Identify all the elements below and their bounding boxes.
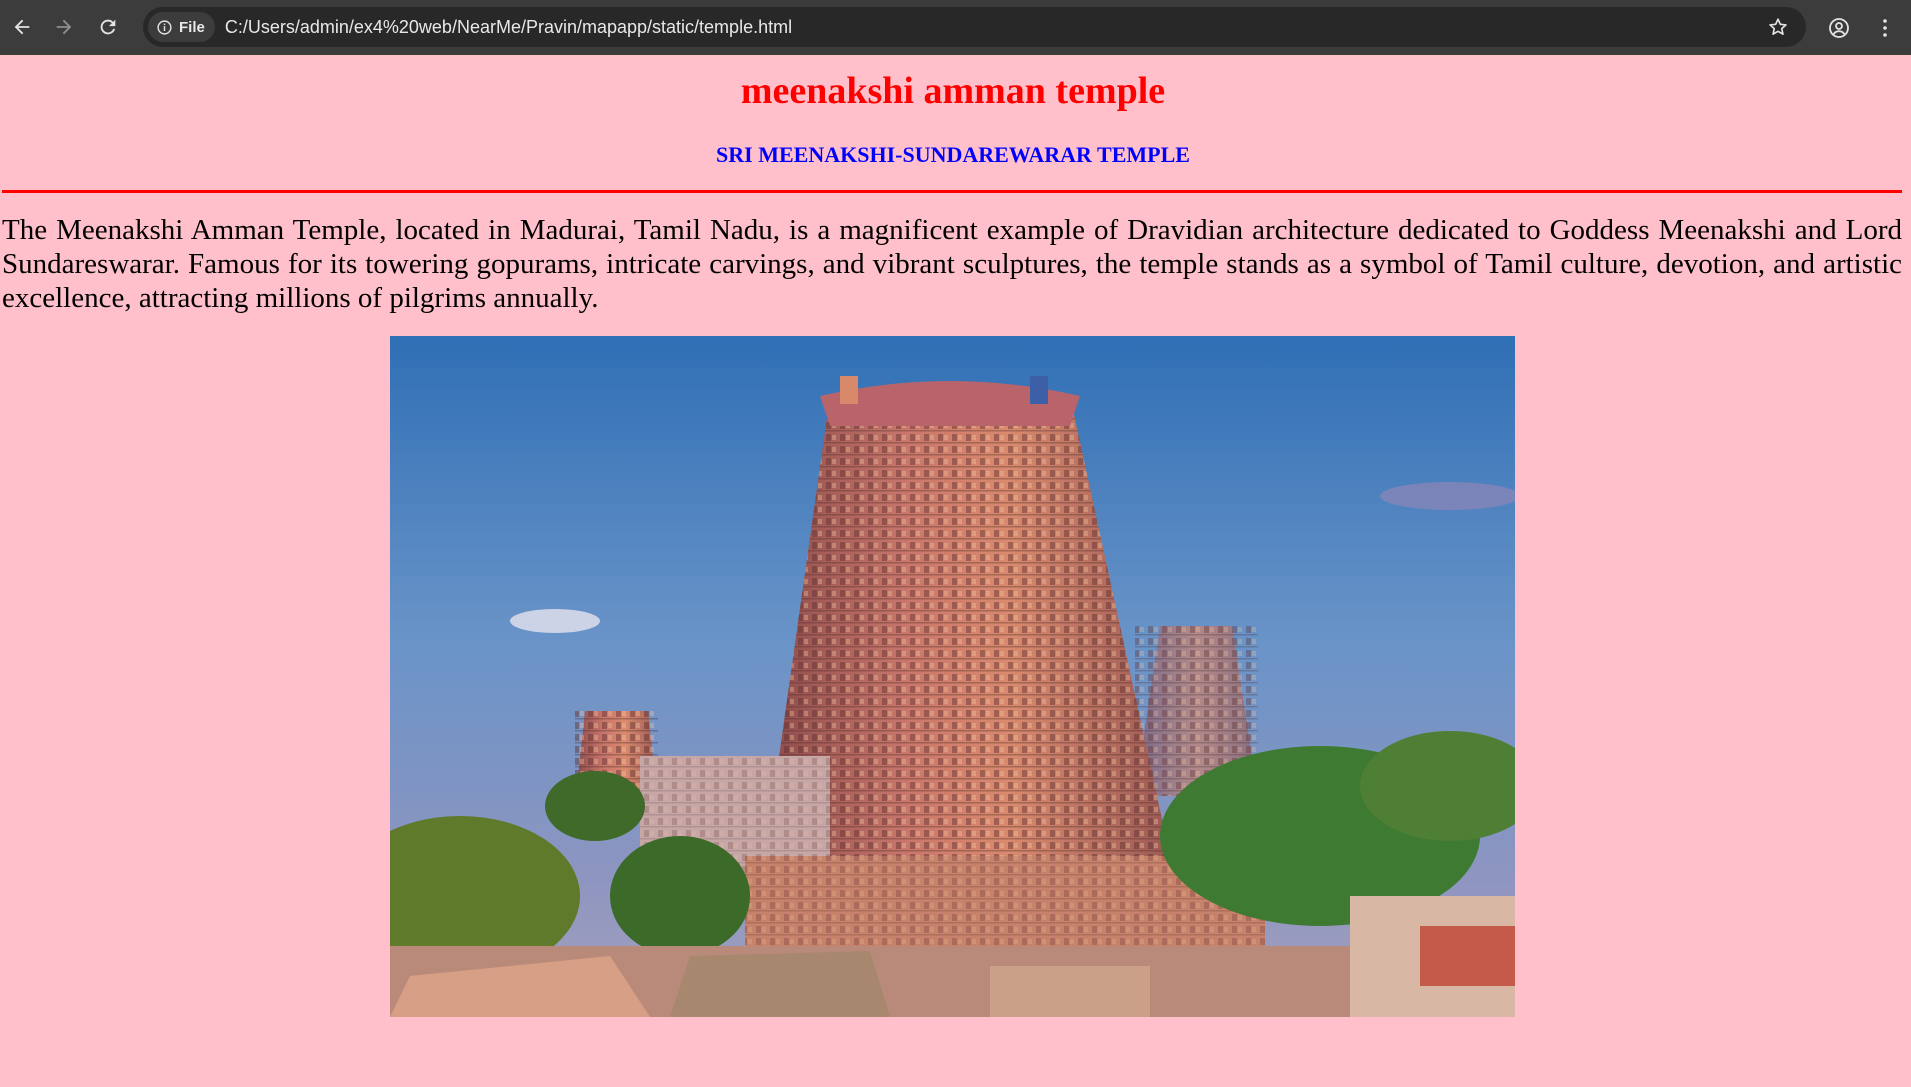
back-arrow-icon bbox=[14, 19, 30, 35]
page-content: meenakshi amman temple SRI MEENAKSHI-SUN… bbox=[0, 55, 1911, 1087]
reload-icon bbox=[100, 19, 116, 35]
profile-icon bbox=[1829, 18, 1849, 38]
profile-button[interactable] bbox=[1817, 6, 1861, 50]
page-title: meenakshi amman temple bbox=[740, 70, 1166, 112]
url-text[interactable]: C:/Users/admin/ex4%20web/NearMe/Pravin/m… bbox=[225, 17, 792, 38]
temple-description: The Meenakshi Amman Temple, located in M… bbox=[2, 214, 1902, 314]
temple-photo bbox=[390, 336, 1515, 1017]
site-chip-label: File bbox=[179, 18, 205, 36]
browser-menu-button[interactable] bbox=[1863, 6, 1907, 50]
star-icon bbox=[1769, 18, 1787, 35]
back-button[interactable] bbox=[0, 5, 44, 49]
bookmark-button[interactable] bbox=[1764, 13, 1792, 41]
browser-toolbar: File C:/Users/admin/ex4%20web/NearMe/Pra… bbox=[0, 0, 1911, 55]
site-info-chip[interactable]: File bbox=[148, 12, 215, 42]
forward-arrow-icon bbox=[56, 19, 72, 35]
info-icon bbox=[157, 19, 172, 35]
kebab-menu-icon bbox=[1883, 19, 1887, 37]
reload-button[interactable] bbox=[86, 5, 130, 49]
page-subtitle: SRI MEENAKSHI-SUNDAREWARAR TEMPLE bbox=[716, 142, 1190, 167]
horizontal-rule bbox=[2, 190, 1902, 193]
address-bar[interactable]: File C:/Users/admin/ex4%20web/NearMe/Pra… bbox=[143, 7, 1806, 47]
forward-button[interactable] bbox=[42, 5, 86, 49]
